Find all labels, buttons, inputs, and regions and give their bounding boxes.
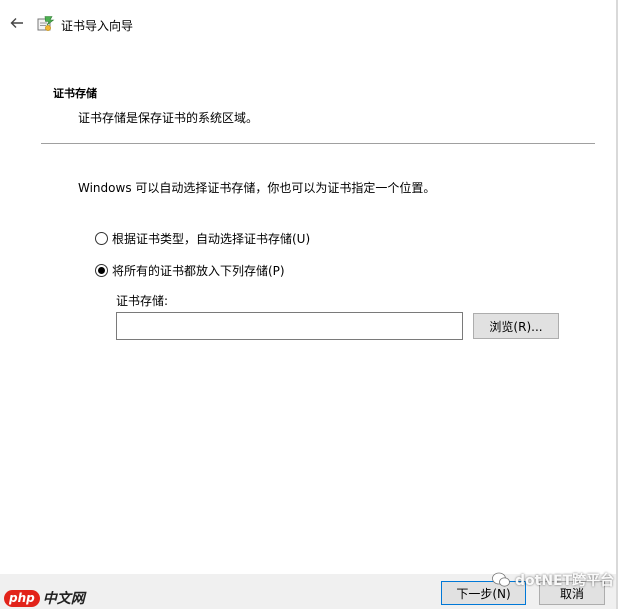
store-label: 证书存储: xyxy=(116,294,169,308)
intro-text: Windows 可以自动选择证书存储，你也可以为证书指定一个位置。 xyxy=(78,181,436,195)
wechat-watermark: dotNET跨平台 xyxy=(492,570,614,590)
back-button[interactable] xyxy=(6,12,28,34)
window-title: 证书导入向导 xyxy=(61,19,134,33)
arrow-left-icon xyxy=(10,18,23,28)
php-watermark-text: 中文网 xyxy=(42,591,85,607)
title-bar: 证书导入向导 xyxy=(0,0,616,50)
page-description: 证书存储是保存证书的系统区域。 xyxy=(78,111,259,125)
browse-button[interactable]: 浏览(R)... xyxy=(473,313,559,339)
php-watermark: php 中文网 xyxy=(4,588,85,608)
radio-button[interactable] xyxy=(95,264,108,277)
radio-button[interactable] xyxy=(95,232,108,245)
certificate-icon xyxy=(37,16,55,31)
header-divider xyxy=(41,143,595,144)
page-title: 证书存储 xyxy=(53,87,97,100)
radio-label: 根据证书类型，自动选择证书存储(U) xyxy=(112,232,311,246)
radio-selected-dot xyxy=(98,267,105,274)
store-input[interactable] xyxy=(116,312,463,340)
radio-auto-select[interactable]: 根据证书类型，自动选择证书存储(U) xyxy=(95,230,310,247)
wechat-icon xyxy=(492,572,510,587)
certificate-import-wizard: 证书导入向导 证书存储 证书存储是保存证书的系统区域。 Windows 可以自动… xyxy=(0,0,618,609)
radio-place-all[interactable]: 将所有的证书都放入下列存储(P) xyxy=(95,262,285,279)
php-badge: php xyxy=(4,589,40,607)
radio-label: 将所有的证书都放入下列存储(P) xyxy=(112,264,285,278)
wechat-watermark-text: dotNET跨平台 xyxy=(515,573,615,589)
